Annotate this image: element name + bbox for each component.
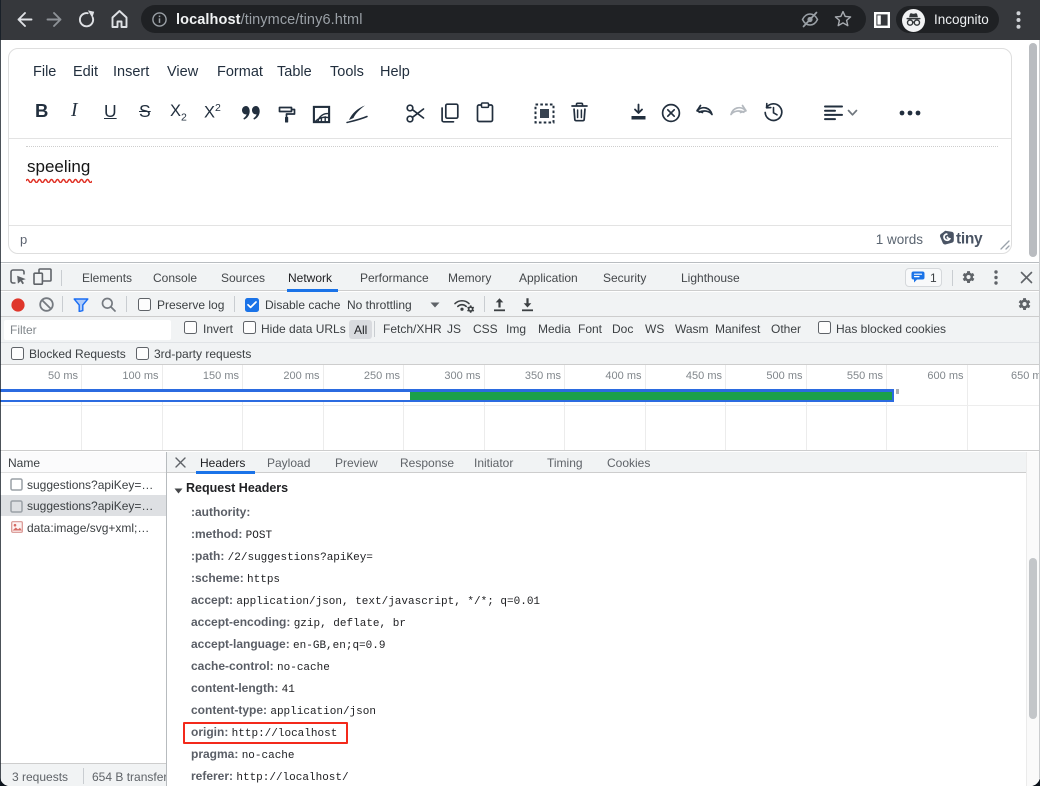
svg-text:tiny: tiny [956, 230, 983, 247]
